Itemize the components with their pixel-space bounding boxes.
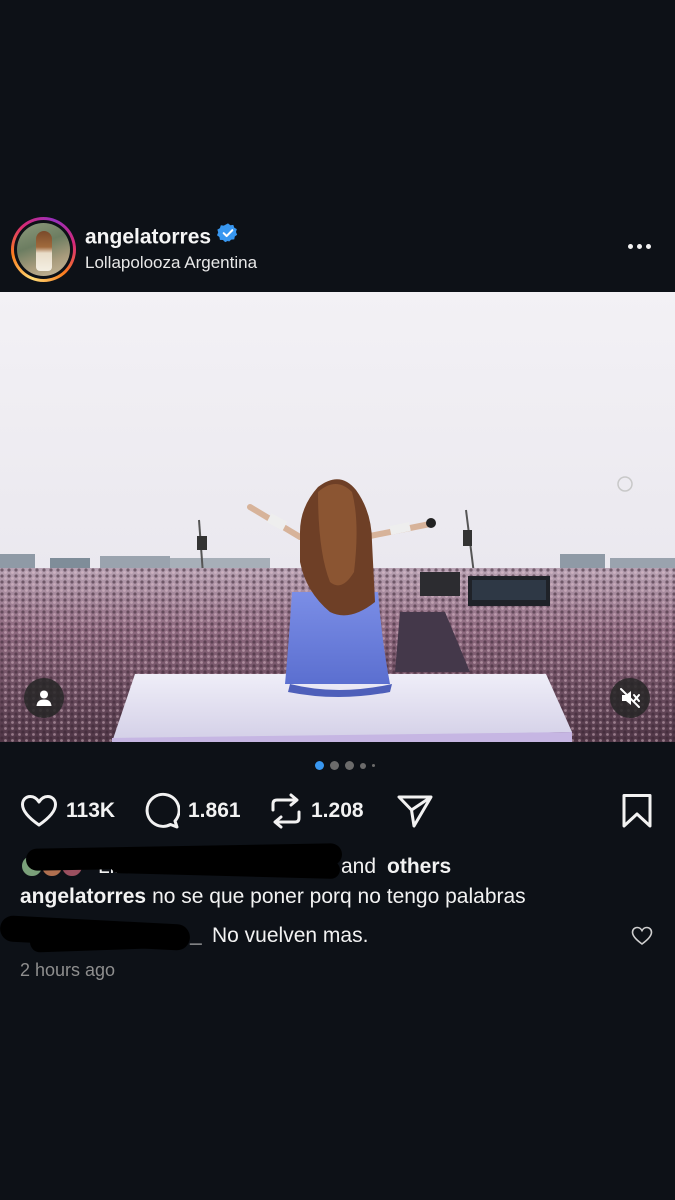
carousel-dot (371, 764, 375, 767)
comment-author-fragment[interactable]: _ (190, 924, 202, 948)
post-caption: angelatorres no se que poner porq no teng… (20, 885, 526, 909)
profile-avatar[interactable] (11, 217, 76, 282)
share-action[interactable] (396, 790, 434, 832)
post-header: angelatorres Lollapolooza Argentina (0, 212, 675, 290)
bookmark-icon[interactable] (621, 793, 653, 829)
heart-icon[interactable] (20, 794, 58, 828)
caption-text: no se que poner porq no tengo palabras (152, 885, 526, 908)
user-tag-icon[interactable] (24, 678, 64, 718)
comment-action[interactable]: 1.861 (142, 790, 241, 832)
comments-count[interactable]: 1.861 (188, 799, 241, 823)
like-action[interactable]: 113K (20, 790, 115, 832)
carousel-dot (329, 761, 339, 770)
share-icon[interactable] (396, 793, 434, 829)
carousel-dot-active (314, 761, 324, 770)
post-photo[interactable] (0, 292, 675, 742)
carousel-indicator (0, 761, 675, 770)
concert-photo (0, 292, 675, 742)
likes-and: and (341, 855, 377, 878)
carousel-dot (344, 761, 354, 770)
action-bar: 113K 1.861 1.208 (0, 790, 675, 832)
comment-like-icon[interactable] (631, 926, 653, 946)
reposts-count[interactable]: 1.208 (311, 799, 364, 823)
more-options-icon[interactable] (625, 236, 653, 256)
post-location[interactable]: Lollapolooza Argentina (85, 253, 257, 273)
likes-others[interactable]: others (387, 855, 451, 879)
comment-icon[interactable] (142, 792, 180, 830)
comment-text: No vuelven mas. (212, 924, 369, 947)
username[interactable]: angelatorres (85, 226, 211, 249)
carousel-dot (359, 762, 366, 769)
post-timestamp: 2 hours ago (20, 960, 116, 980)
mute-icon[interactable] (610, 678, 650, 718)
repost-icon[interactable] (269, 792, 303, 830)
likes-count[interactable]: 113K (66, 799, 115, 823)
avatar-photo (17, 223, 70, 276)
comment-preview[interactable]: _ No vuelven mas. (0, 915, 675, 954)
post-username-row: angelatorres (85, 222, 239, 252)
caption-author[interactable]: angelatorres (20, 885, 146, 908)
verified-badge-icon (217, 222, 239, 250)
repost-action[interactable]: 1.208 (269, 790, 364, 832)
